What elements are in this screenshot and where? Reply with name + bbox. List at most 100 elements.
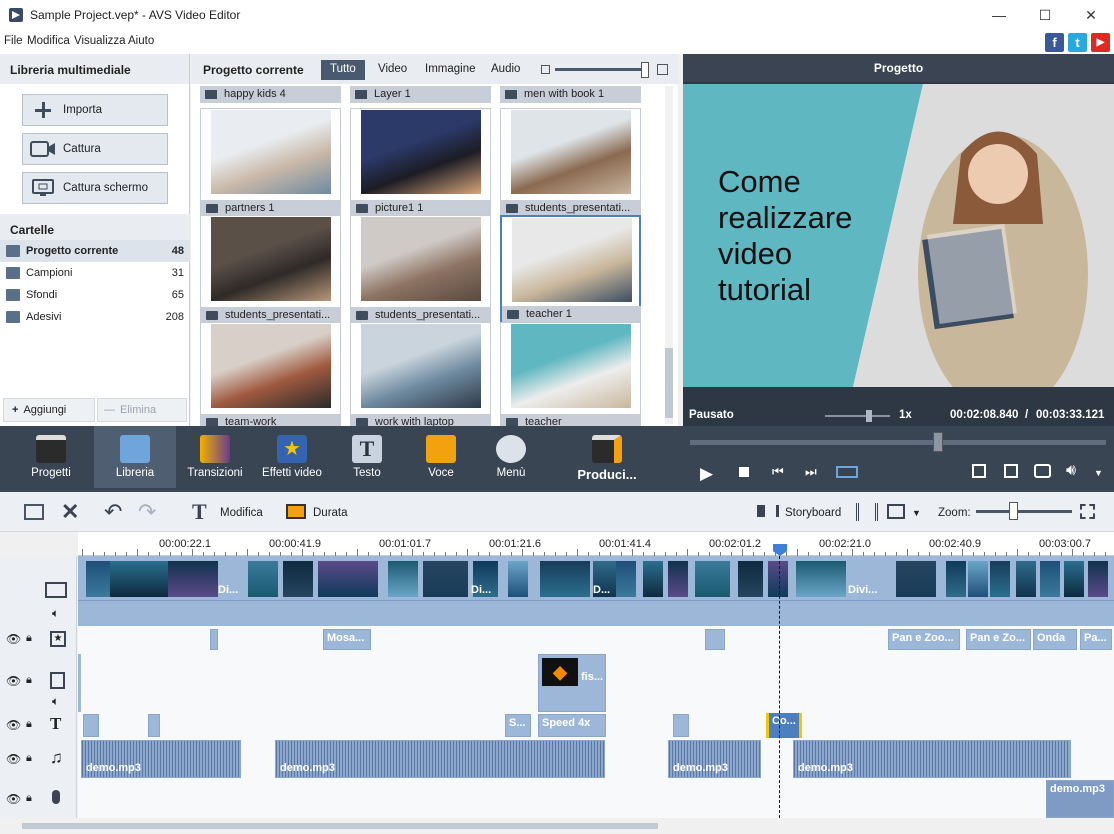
scrollbar-thumb[interactable]	[665, 348, 673, 418]
effect-clip[interactable]	[210, 629, 218, 650]
effect-clip[interactable]	[705, 629, 725, 650]
effect-clip[interactable]: Onda	[1033, 629, 1077, 650]
timeline-scrollbar[interactable]	[0, 818, 1114, 834]
visibility-eye-icon[interactable]: 👁︎	[6, 632, 21, 646]
aspect-ratio-icon[interactable]	[887, 504, 905, 519]
music-clip[interactable]: demo.mp3	[668, 740, 761, 778]
visibility-eye-icon[interactable]: 👁︎	[6, 792, 21, 806]
thumb-size-slider[interactable]	[555, 68, 645, 71]
tab-video[interactable]: Video	[369, 60, 416, 80]
tool-projects[interactable]: Progetti	[16, 426, 86, 488]
folder-backgrounds[interactable]: Sfondi 65	[0, 284, 190, 306]
music-clip[interactable]: demo.mp3	[793, 740, 1071, 778]
effect-clip[interactable]: Pan e Zoo...	[888, 629, 960, 650]
media-scrollbar[interactable]	[665, 86, 673, 424]
seek-bar[interactable]	[690, 440, 1106, 445]
next-frame-icon[interactable]: ⏭	[805, 464, 817, 480]
lock-icon[interactable]: 🔒︎	[26, 674, 32, 687]
small-thumbs-icon[interactable]	[541, 65, 550, 74]
timeline-ruler[interactable]: 00:00:22.1 00:00:41.9 00:01:01.7 00:01:21.6…	[78, 532, 1114, 556]
tool-transitions[interactable]: Transizioni	[180, 426, 250, 488]
text-clip[interactable]	[673, 714, 689, 737]
preview-video[interactable]: Come realizzare video tutorial	[683, 84, 1114, 387]
voice-track[interactable]: demo.mp3	[78, 780, 1114, 818]
tool-text[interactable]: T Testo	[332, 426, 402, 488]
large-thumbs-icon[interactable]	[657, 64, 668, 75]
twitter-icon[interactable]: t	[1068, 33, 1087, 52]
tool-menu[interactable]: Menù	[476, 426, 546, 488]
speed-slider-handle[interactable]	[866, 410, 872, 422]
remove-folder-button[interactable]: — Elimina	[97, 398, 187, 422]
media-thumbnail[interactable]: team-work	[200, 322, 341, 432]
visibility-eye-icon[interactable]: 👁︎	[6, 752, 21, 766]
lock-icon[interactable]: 🔒︎	[26, 792, 32, 805]
undo-icon[interactable]: ↶	[104, 499, 122, 525]
voice-clip[interactable]: demo.mp3	[1046, 780, 1114, 818]
tab-image[interactable]: Immagine	[416, 60, 485, 80]
mute-icon[interactable]: 🔈︎	[52, 694, 59, 709]
seek-handle[interactable]	[933, 432, 944, 452]
text-clip[interactable]	[83, 714, 99, 737]
music-clip[interactable]: demo.mp3	[275, 740, 605, 778]
tool-voice[interactable]: Voce	[406, 426, 476, 488]
menu-view[interactable]: Visualizza	[74, 35, 126, 47]
speed-slider[interactable]	[825, 415, 890, 417]
media-thumbnail[interactable]: work with laptop	[350, 322, 491, 432]
text-track[interactable]: S... Speed 4x Co...	[78, 712, 1114, 740]
external-monitor-icon[interactable]	[1004, 464, 1018, 478]
text-clip[interactable]: Speed 4x	[538, 714, 606, 737]
delete-icon[interactable]: ✕	[61, 499, 79, 525]
folder-current-project[interactable]: Progetto corrente 48	[0, 240, 190, 262]
fit-zoom-icon[interactable]	[1080, 504, 1095, 519]
text-clip-selected[interactable]: Co...	[766, 713, 802, 738]
text-clip[interactable]: S...	[505, 714, 531, 737]
close-button[interactable]: ✕	[1068, 0, 1114, 30]
play-icon[interactable]: ▶	[700, 464, 713, 484]
stop-icon[interactable]	[739, 467, 749, 477]
tab-audio[interactable]: Audio	[482, 60, 529, 80]
maximize-button[interactable]: ☐	[1022, 0, 1068, 30]
menu-edit[interactable]: Modifica	[27, 35, 70, 47]
edit-button[interactable]: Modifica	[220, 507, 263, 519]
snapshot-camera-icon[interactable]	[1034, 464, 1051, 478]
folder-samples[interactable]: Campioni 31	[0, 262, 190, 284]
tab-all[interactable]: Tutto	[321, 60, 365, 80]
edit-text-icon[interactable]: T	[192, 499, 207, 525]
screen-capture-button[interactable]: Cattura schermo	[22, 172, 168, 204]
lock-icon[interactable]: 🔒︎	[26, 632, 32, 645]
minimize-button[interactable]: —	[976, 0, 1022, 30]
tool-video-effects[interactable]: ★ Effetti video	[256, 426, 328, 488]
trim-icon[interactable]	[24, 504, 44, 520]
overlay-track[interactable]: ◆ fis...	[78, 654, 1114, 712]
storyboard-button[interactable]: Storyboard	[785, 507, 841, 519]
volume-dropdown-icon[interactable]: ▼	[1094, 468, 1103, 478]
mute-icon[interactable]: 🔈︎	[52, 606, 59, 621]
menu-file[interactable]: File	[4, 35, 23, 47]
volume-icon[interactable]: 🔊︎	[1066, 462, 1076, 480]
visibility-eye-icon[interactable]: 👁︎	[6, 718, 21, 732]
import-button[interactable]: Importa	[22, 94, 168, 126]
music-clip[interactable]: demo.mp3	[81, 740, 241, 778]
tool-produce[interactable]: Produci...	[570, 426, 644, 488]
lock-icon[interactable]: 🔒︎	[26, 752, 32, 765]
storyboard-icon[interactable]	[757, 505, 779, 517]
media-thumbnail[interactable]: students_presentati...	[500, 108, 641, 218]
media-thumbnail[interactable]: teacher 1	[500, 215, 641, 325]
zoom-slider[interactable]	[976, 510, 1072, 513]
media-thumbnail[interactable]: teacher	[500, 322, 641, 432]
lock-icon[interactable]: 🔒︎	[26, 718, 32, 731]
scrollbar-thumb[interactable]	[22, 823, 658, 829]
media-thumbnail[interactable]: students_presentati...	[200, 215, 341, 325]
audio-mixer-icon[interactable]	[856, 503, 878, 521]
folder-stickers[interactable]: Adesivi 208	[0, 306, 190, 328]
tool-library[interactable]: Libreria	[94, 426, 176, 488]
duration-icon[interactable]	[286, 504, 306, 519]
fullscreen-icon[interactable]	[972, 464, 986, 478]
previous-frame-icon[interactable]: ⏮	[772, 464, 784, 480]
facebook-icon[interactable]: f	[1045, 33, 1064, 52]
redo-icon[interactable]: ↷	[138, 499, 156, 525]
zoom-slider-handle[interactable]	[1009, 502, 1018, 520]
media-thumbnail[interactable]: partners 1	[200, 108, 341, 218]
slider-handle[interactable]	[641, 62, 649, 78]
media-thumbnail[interactable]: students_presentati...	[350, 215, 491, 325]
